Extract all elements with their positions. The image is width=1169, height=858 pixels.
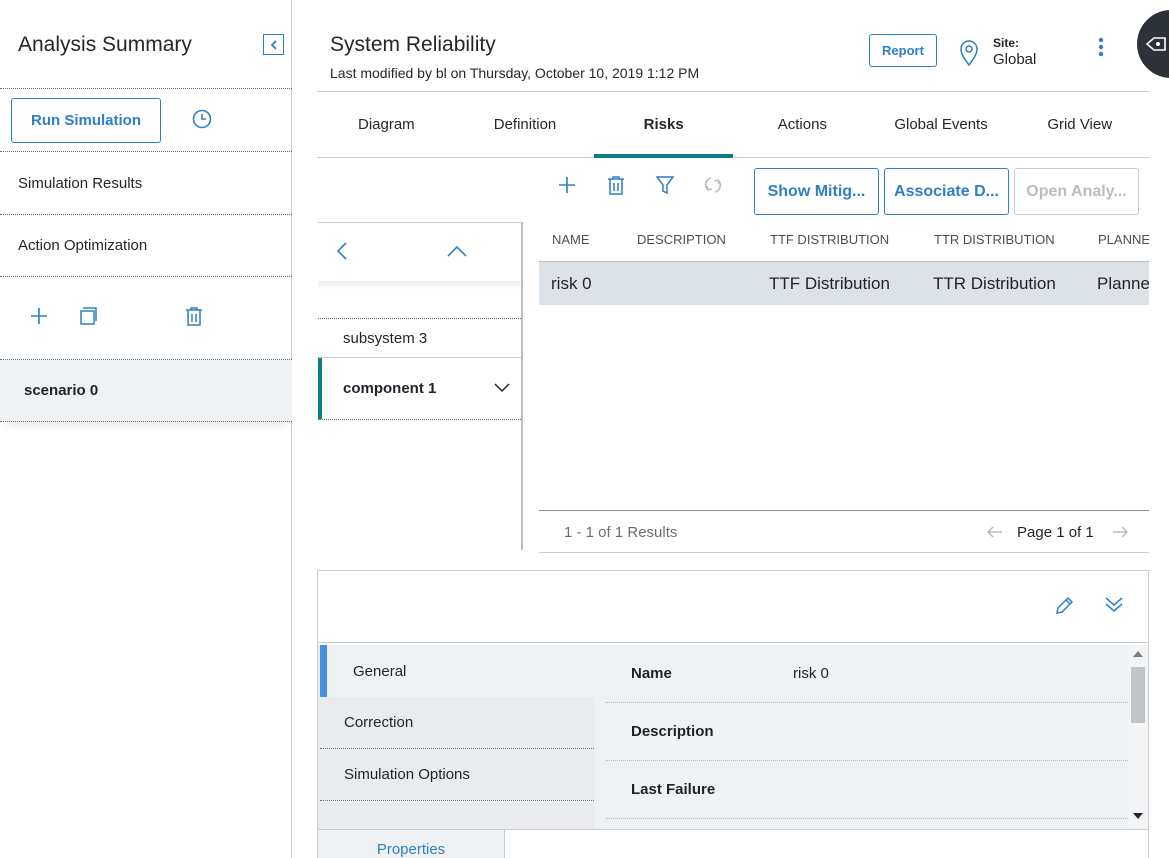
edit-pencil-icon[interactable]	[1054, 596, 1074, 616]
tab-risks[interactable]: Risks	[594, 92, 733, 158]
tree-collapse-up-icon[interactable]	[446, 241, 468, 261]
action-optimization-item[interactable]: Action Optimization	[0, 215, 292, 277]
scrollbar-thumb[interactable]	[1131, 667, 1145, 723]
refresh-icon[interactable]	[702, 174, 724, 196]
grid-pagination: 1 - 1 of 1 Results Page 1 of 1	[539, 510, 1149, 553]
prev-page-icon[interactable]	[987, 526, 1003, 538]
field-value[interactable]: risk 0	[793, 665, 829, 682]
tree-item-label: component 1	[343, 380, 437, 397]
field-last-failure: Last Failure	[606, 761, 1128, 819]
divider	[0, 88, 292, 89]
simulation-results-label: Simulation Results	[18, 174, 143, 192]
next-page-icon[interactable]	[1112, 526, 1128, 538]
report-button[interactable]: Report	[869, 34, 937, 67]
tab-global-events[interactable]: Global Events	[872, 92, 1011, 157]
column-header-ttf[interactable]: TTF DISTRIBUTION	[770, 232, 889, 247]
add-risk-icon[interactable]	[556, 174, 578, 196]
properties-tab-label: Properties	[376, 841, 446, 858]
left-panel: Analysis Summary Run Simulation Simulati…	[0, 0, 292, 858]
field-description: Description	[606, 703, 1128, 761]
details-scrollbar[interactable]	[1128, 645, 1148, 829]
page-indicator: Page 1 of 1	[1017, 524, 1094, 541]
side-tab-general[interactable]: General	[320, 645, 594, 697]
run-simulation-button[interactable]: Run Simulation	[11, 98, 161, 143]
tree-item-component[interactable]: component 1	[318, 358, 521, 420]
side-tab-label: General	[353, 662, 407, 680]
open-analysis-button[interactable]: Open Analy...	[1014, 168, 1139, 215]
last-modified-text: Last modified by bl on Thursday, October…	[330, 65, 700, 81]
asset-tree: subsystem 3 component 1	[318, 222, 523, 550]
assistant-icon	[1145, 37, 1166, 51]
tree-spacer	[318, 281, 521, 318]
column-header-name[interactable]: NAME	[552, 232, 590, 247]
tab-grid-view[interactable]: Grid View	[1010, 92, 1149, 157]
side-tab-label: Correction	[344, 714, 414, 731]
add-scenario-icon[interactable]	[28, 305, 50, 327]
column-header-planned[interactable]: PLANNE	[1098, 232, 1149, 247]
details-panel: General Correction Simulation Options Na…	[317, 570, 1149, 858]
risks-grid: NAME DESCRIPTION TTF DISTRIBUTION TTR DI…	[539, 222, 1149, 512]
scenario-item[interactable]: scenario 0	[0, 360, 292, 422]
field-label: Last Failure	[631, 781, 716, 798]
cell-ttr: TTR Distribution	[933, 274, 1056, 293]
table-row[interactable]: risk 0 TTF Distribution TTR Distribution…	[539, 261, 1149, 305]
tree-nav	[318, 223, 521, 281]
site-label: Site:	[993, 36, 1020, 50]
field-label: Description	[631, 723, 714, 740]
more-options-icon[interactable]	[1092, 36, 1110, 58]
chevron-down-icon[interactable]	[494, 383, 510, 393]
scroll-down-icon[interactable]	[1133, 813, 1143, 819]
collapse-double-chevron-icon[interactable]	[1104, 596, 1124, 614]
cell-name: risk 0	[551, 274, 592, 293]
tab-properties[interactable]: Properties	[318, 830, 505, 858]
assistant-toggle-button[interactable]	[1137, 10, 1169, 78]
field-label: Name	[631, 665, 672, 682]
column-header-description[interactable]: DESCRIPTION	[637, 232, 726, 247]
show-mitigation-button[interactable]: Show Mitig...	[754, 168, 879, 215]
tab-bar: Diagram Definition Risks Actions Global …	[317, 91, 1149, 158]
tree-item-label: subsystem 3	[343, 329, 428, 347]
scroll-up-icon[interactable]	[1133, 651, 1143, 657]
field-name: Name risk 0	[606, 645, 1128, 703]
cell-planned: Planne	[1097, 274, 1149, 293]
tab-diagram[interactable]: Diagram	[317, 92, 456, 157]
tree-item-subsystem[interactable]: subsystem 3	[318, 318, 521, 358]
tab-definition[interactable]: Definition	[456, 92, 595, 157]
scenario-label: scenario 0	[24, 382, 99, 399]
collapse-panel-icon[interactable]	[263, 34, 284, 55]
side-tab-label: Simulation Options	[344, 766, 470, 783]
location-pin-icon	[959, 40, 979, 66]
history-clock-icon[interactable]	[189, 106, 215, 132]
tab-actions[interactable]: Actions	[733, 92, 872, 157]
copy-scenario-icon[interactable]	[77, 305, 99, 327]
analysis-summary-title: Analysis Summary	[18, 33, 192, 56]
tree-back-icon[interactable]	[332, 241, 352, 261]
action-optimization-label: Action Optimization	[18, 237, 148, 254]
page-title: System Reliability	[330, 33, 496, 56]
cell-ttf: TTF Distribution	[769, 274, 890, 293]
column-header-ttr[interactable]: TTR DISTRIBUTION	[934, 232, 1055, 247]
side-tab-simulation-options[interactable]: Simulation Options	[320, 749, 594, 801]
site-value[interactable]: Global	[993, 51, 1036, 68]
results-count: 1 - 1 of 1 Results	[564, 524, 678, 541]
delete-risk-icon[interactable]	[605, 174, 627, 196]
filter-icon[interactable]	[654, 174, 676, 196]
details-header	[318, 571, 1148, 643]
simulation-results-item[interactable]: Simulation Results	[0, 151, 292, 215]
side-tab-correction[interactable]: Correction	[320, 697, 594, 749]
associate-button[interactable]: Associate D...	[884, 168, 1009, 215]
delete-scenario-icon[interactable]	[183, 305, 205, 327]
